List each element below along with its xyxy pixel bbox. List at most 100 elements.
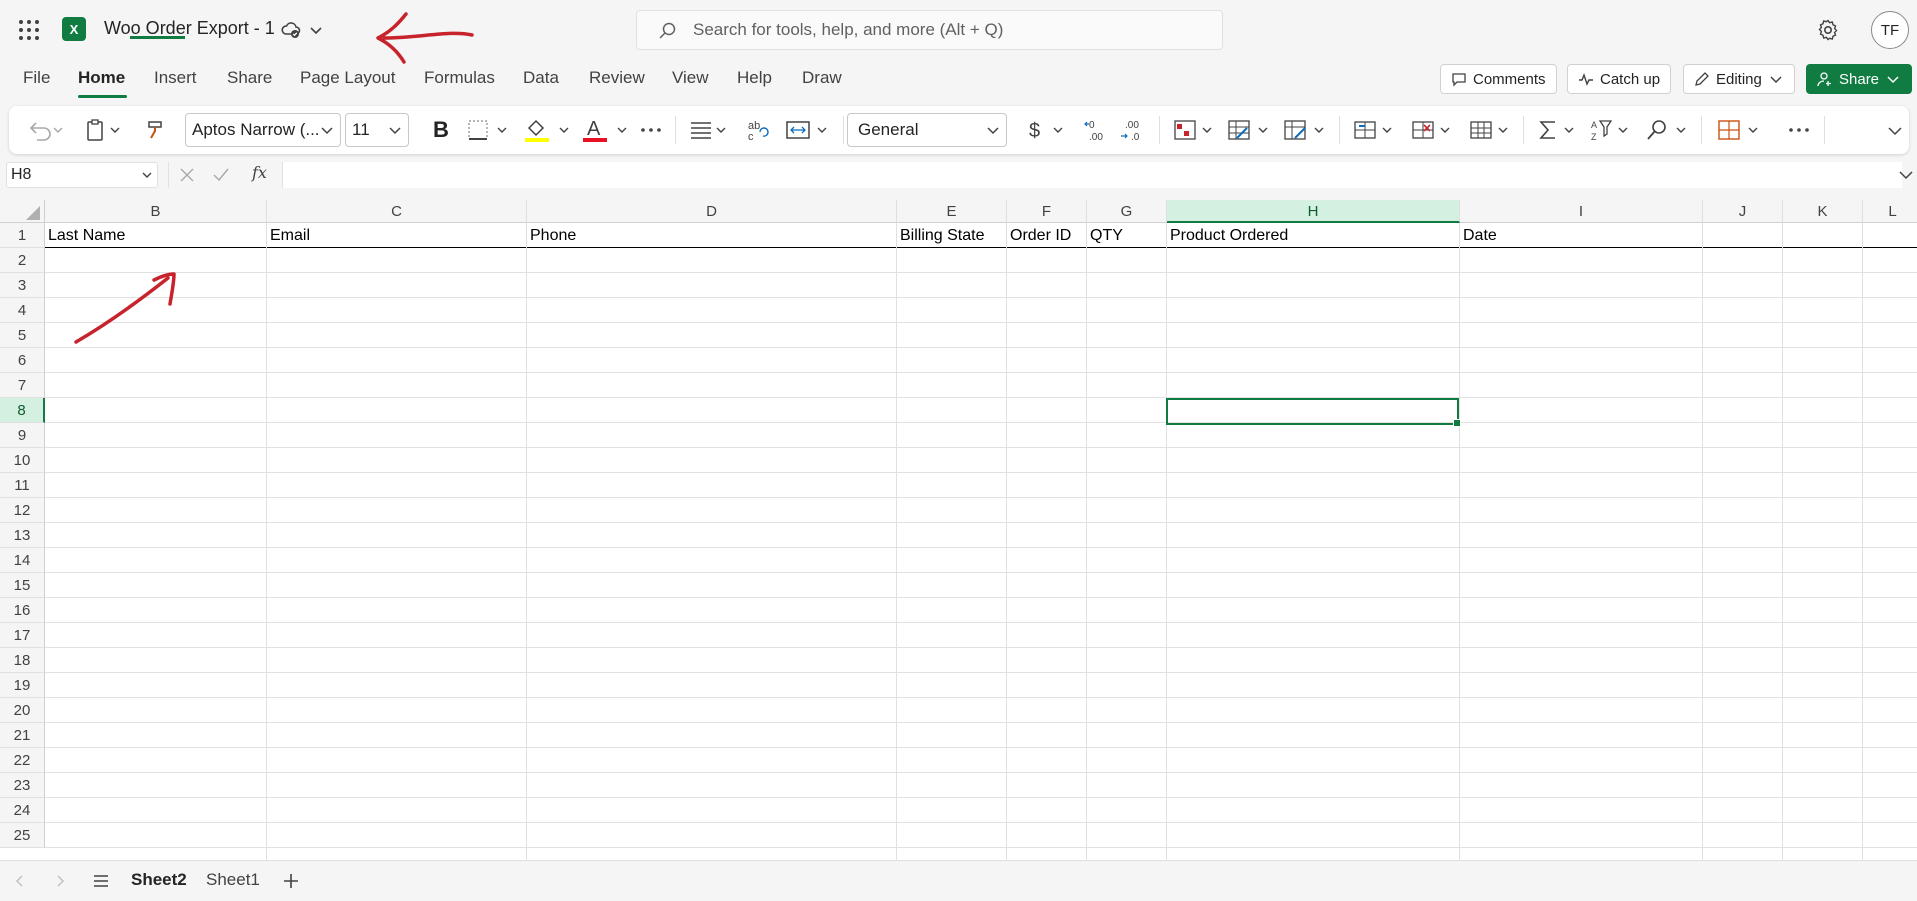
column-header-l[interactable]: L (1863, 200, 1917, 223)
row-header-24[interactable]: 24 (0, 798, 45, 823)
add-sheet-icon[interactable] (282, 872, 300, 890)
row-header-15[interactable]: 15 (0, 573, 45, 598)
autosum-icon[interactable] (1537, 118, 1579, 142)
row-header-23[interactable]: 23 (0, 773, 45, 798)
column-header-c[interactable]: C (267, 200, 527, 223)
row-header-6[interactable]: 6 (0, 348, 45, 373)
increase-decimal-icon[interactable]: 0.00 (1083, 118, 1111, 142)
editing-mode-button[interactable]: Editing (1683, 64, 1795, 94)
header-cell[interactable]: Last Name (45, 224, 267, 249)
search-box[interactable] (636, 10, 1223, 50)
column-header-b[interactable]: B (45, 200, 267, 223)
tab-file[interactable]: File (23, 68, 50, 88)
name-box[interactable]: H8 (6, 162, 158, 188)
wrap-text-icon[interactable]: ab c (746, 118, 772, 142)
column-header-g[interactable]: G (1087, 200, 1167, 223)
merge-cells-icon[interactable] (785, 118, 833, 142)
chevron-right-icon[interactable] (52, 873, 68, 889)
tab-view[interactable]: View (672, 68, 709, 88)
header-cell[interactable]: QTY (1087, 224, 1167, 249)
align-icon[interactable] (689, 118, 731, 142)
row-header-18[interactable]: 18 (0, 648, 45, 673)
undo-icon[interactable] (27, 118, 65, 142)
header-cell[interactable]: Date (1460, 224, 1703, 249)
gear-icon[interactable] (1816, 18, 1840, 42)
column-header-h[interactable]: H (1167, 200, 1460, 223)
tab-review[interactable]: Review (589, 68, 645, 88)
add-ins-icon[interactable] (1717, 118, 1763, 142)
format-as-table-icon[interactable] (1227, 118, 1273, 142)
row-header-19[interactable]: 19 (0, 673, 45, 698)
format-cells-icon[interactable] (1469, 118, 1513, 142)
sheet-tab-sheet2[interactable]: Sheet2 (131, 870, 187, 890)
currency-format-icon[interactable]: $ (1027, 118, 1069, 142)
catch-up-button[interactable]: Catch up (1567, 64, 1672, 94)
conditional-formatting-icon[interactable] (1173, 118, 1217, 142)
font-color-icon[interactable]: A (581, 118, 635, 142)
tab-insert[interactable]: Insert (154, 68, 197, 88)
header-cell[interactable]: Order ID (1007, 224, 1087, 249)
insert-cells-icon[interactable] (1353, 118, 1397, 142)
cancel-icon[interactable] (178, 166, 196, 184)
column-header-f[interactable]: F (1007, 200, 1087, 223)
row-header-3[interactable]: 3 (0, 273, 45, 298)
column-header-j[interactable]: J (1703, 200, 1783, 223)
ribbon-expand-icon[interactable] (1887, 122, 1903, 146)
row-header-13[interactable]: 13 (0, 523, 45, 548)
row-header-16[interactable]: 16 (0, 598, 45, 623)
chevron-down-icon[interactable] (308, 22, 324, 38)
row-header-1[interactable]: 1 (0, 223, 45, 248)
enter-check-icon[interactable] (212, 166, 230, 184)
row-header-7[interactable]: 7 (0, 373, 45, 398)
column-header-e[interactable]: E (897, 200, 1007, 223)
expand-formula-bar-icon[interactable] (1898, 167, 1914, 183)
row-header-12[interactable]: 12 (0, 498, 45, 523)
column-header-d[interactable]: D (527, 200, 897, 223)
column-header-i[interactable]: I (1460, 200, 1703, 223)
row-header-10[interactable]: 10 (0, 448, 45, 473)
row-header-21[interactable]: 21 (0, 723, 45, 748)
sheet-tab-sheet1[interactable]: Sheet1 (206, 870, 260, 890)
header-cell[interactable]: Billing State (897, 224, 1007, 249)
font-name-dropdown[interactable]: Aptos Narrow (... (185, 113, 341, 147)
cell-styles-icon[interactable] (1283, 118, 1329, 142)
tab-help[interactable]: Help (737, 68, 772, 88)
row-header-14[interactable]: 14 (0, 548, 45, 573)
find-icon[interactable] (1645, 118, 1691, 142)
format-painter-icon[interactable] (143, 118, 167, 142)
avatar[interactable]: TF (1871, 11, 1909, 49)
all-sheets-menu-icon[interactable] (92, 872, 110, 890)
search-input[interactable] (693, 11, 1193, 49)
row-header-20[interactable]: 20 (0, 698, 45, 723)
row-header-17[interactable]: 17 (0, 623, 45, 648)
delete-cells-icon[interactable] (1411, 118, 1455, 142)
tab-page-layout[interactable]: Page Layout (300, 68, 395, 88)
tab-data[interactable]: Data (523, 68, 559, 88)
chevron-left-icon[interactable] (12, 873, 28, 889)
tab-home[interactable]: Home (78, 68, 125, 88)
number-format-dropdown[interactable]: General (847, 113, 1007, 147)
paste-icon[interactable] (84, 118, 124, 142)
row-header-2[interactable]: 2 (0, 248, 45, 273)
more-font-options-icon[interactable] (639, 118, 663, 142)
selected-cell-h8[interactable] (1166, 398, 1461, 427)
tab-share[interactable]: Share (227, 68, 272, 88)
row-header-11[interactable]: 11 (0, 473, 45, 498)
cloud-saved-icon[interactable] (280, 19, 302, 41)
row-header-5[interactable]: 5 (0, 323, 45, 348)
decrease-decimal-icon[interactable]: .00.0 (1119, 118, 1147, 142)
insert-function-button[interactable]: fx (252, 163, 267, 182)
bold-button[interactable]: B (429, 118, 453, 142)
row-header-25[interactable]: 25 (0, 823, 45, 848)
select-all-corner[interactable] (0, 200, 45, 223)
share-button[interactable]: Share (1806, 64, 1913, 94)
header-cell[interactable]: Email (267, 224, 527, 249)
app-launcher-icon[interactable] (17, 18, 41, 42)
row-header-22[interactable]: 22 (0, 748, 45, 773)
header-cell[interactable]: Phone (527, 224, 897, 249)
header-cell[interactable]: Product Ordered (1167, 224, 1460, 249)
formula-input[interactable] (282, 162, 1902, 188)
row-header-8[interactable]: 8 (0, 398, 45, 423)
row-header-9[interactable]: 9 (0, 423, 45, 448)
column-header-k[interactable]: K (1783, 200, 1863, 223)
